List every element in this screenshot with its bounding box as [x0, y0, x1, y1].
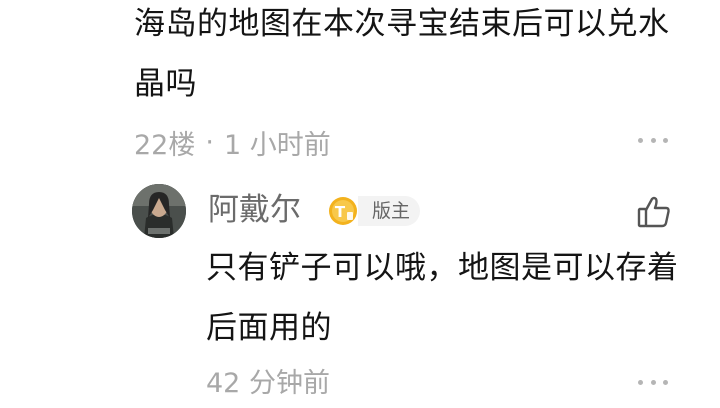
meta-separator: · [205, 126, 214, 158]
post-body: 海岛的地图在本次寻宝结束后可以兑水晶吗 [134, 6, 670, 102]
username[interactable]: 阿戴尔 [208, 190, 301, 230]
role-badge: 版主 [358, 196, 421, 226]
reply-time: 42 分钟前 [206, 368, 330, 399]
level-coin-icon: T [328, 196, 358, 226]
avatar[interactable] [132, 184, 186, 238]
post-meta: 22楼 · 1 小时前 [134, 124, 331, 161]
thumbs-up-icon[interactable] [636, 194, 672, 230]
reply-body: 只有铲子可以哦，地图是可以存着后面用的 [206, 250, 679, 346]
floor-number: 22楼 [134, 129, 196, 161]
more-dots-icon[interactable] [638, 372, 668, 392]
svg-text:T: T [335, 203, 346, 221]
post-time: 1 小时前 [223, 129, 331, 161]
more-dots-icon[interactable] [638, 130, 668, 150]
